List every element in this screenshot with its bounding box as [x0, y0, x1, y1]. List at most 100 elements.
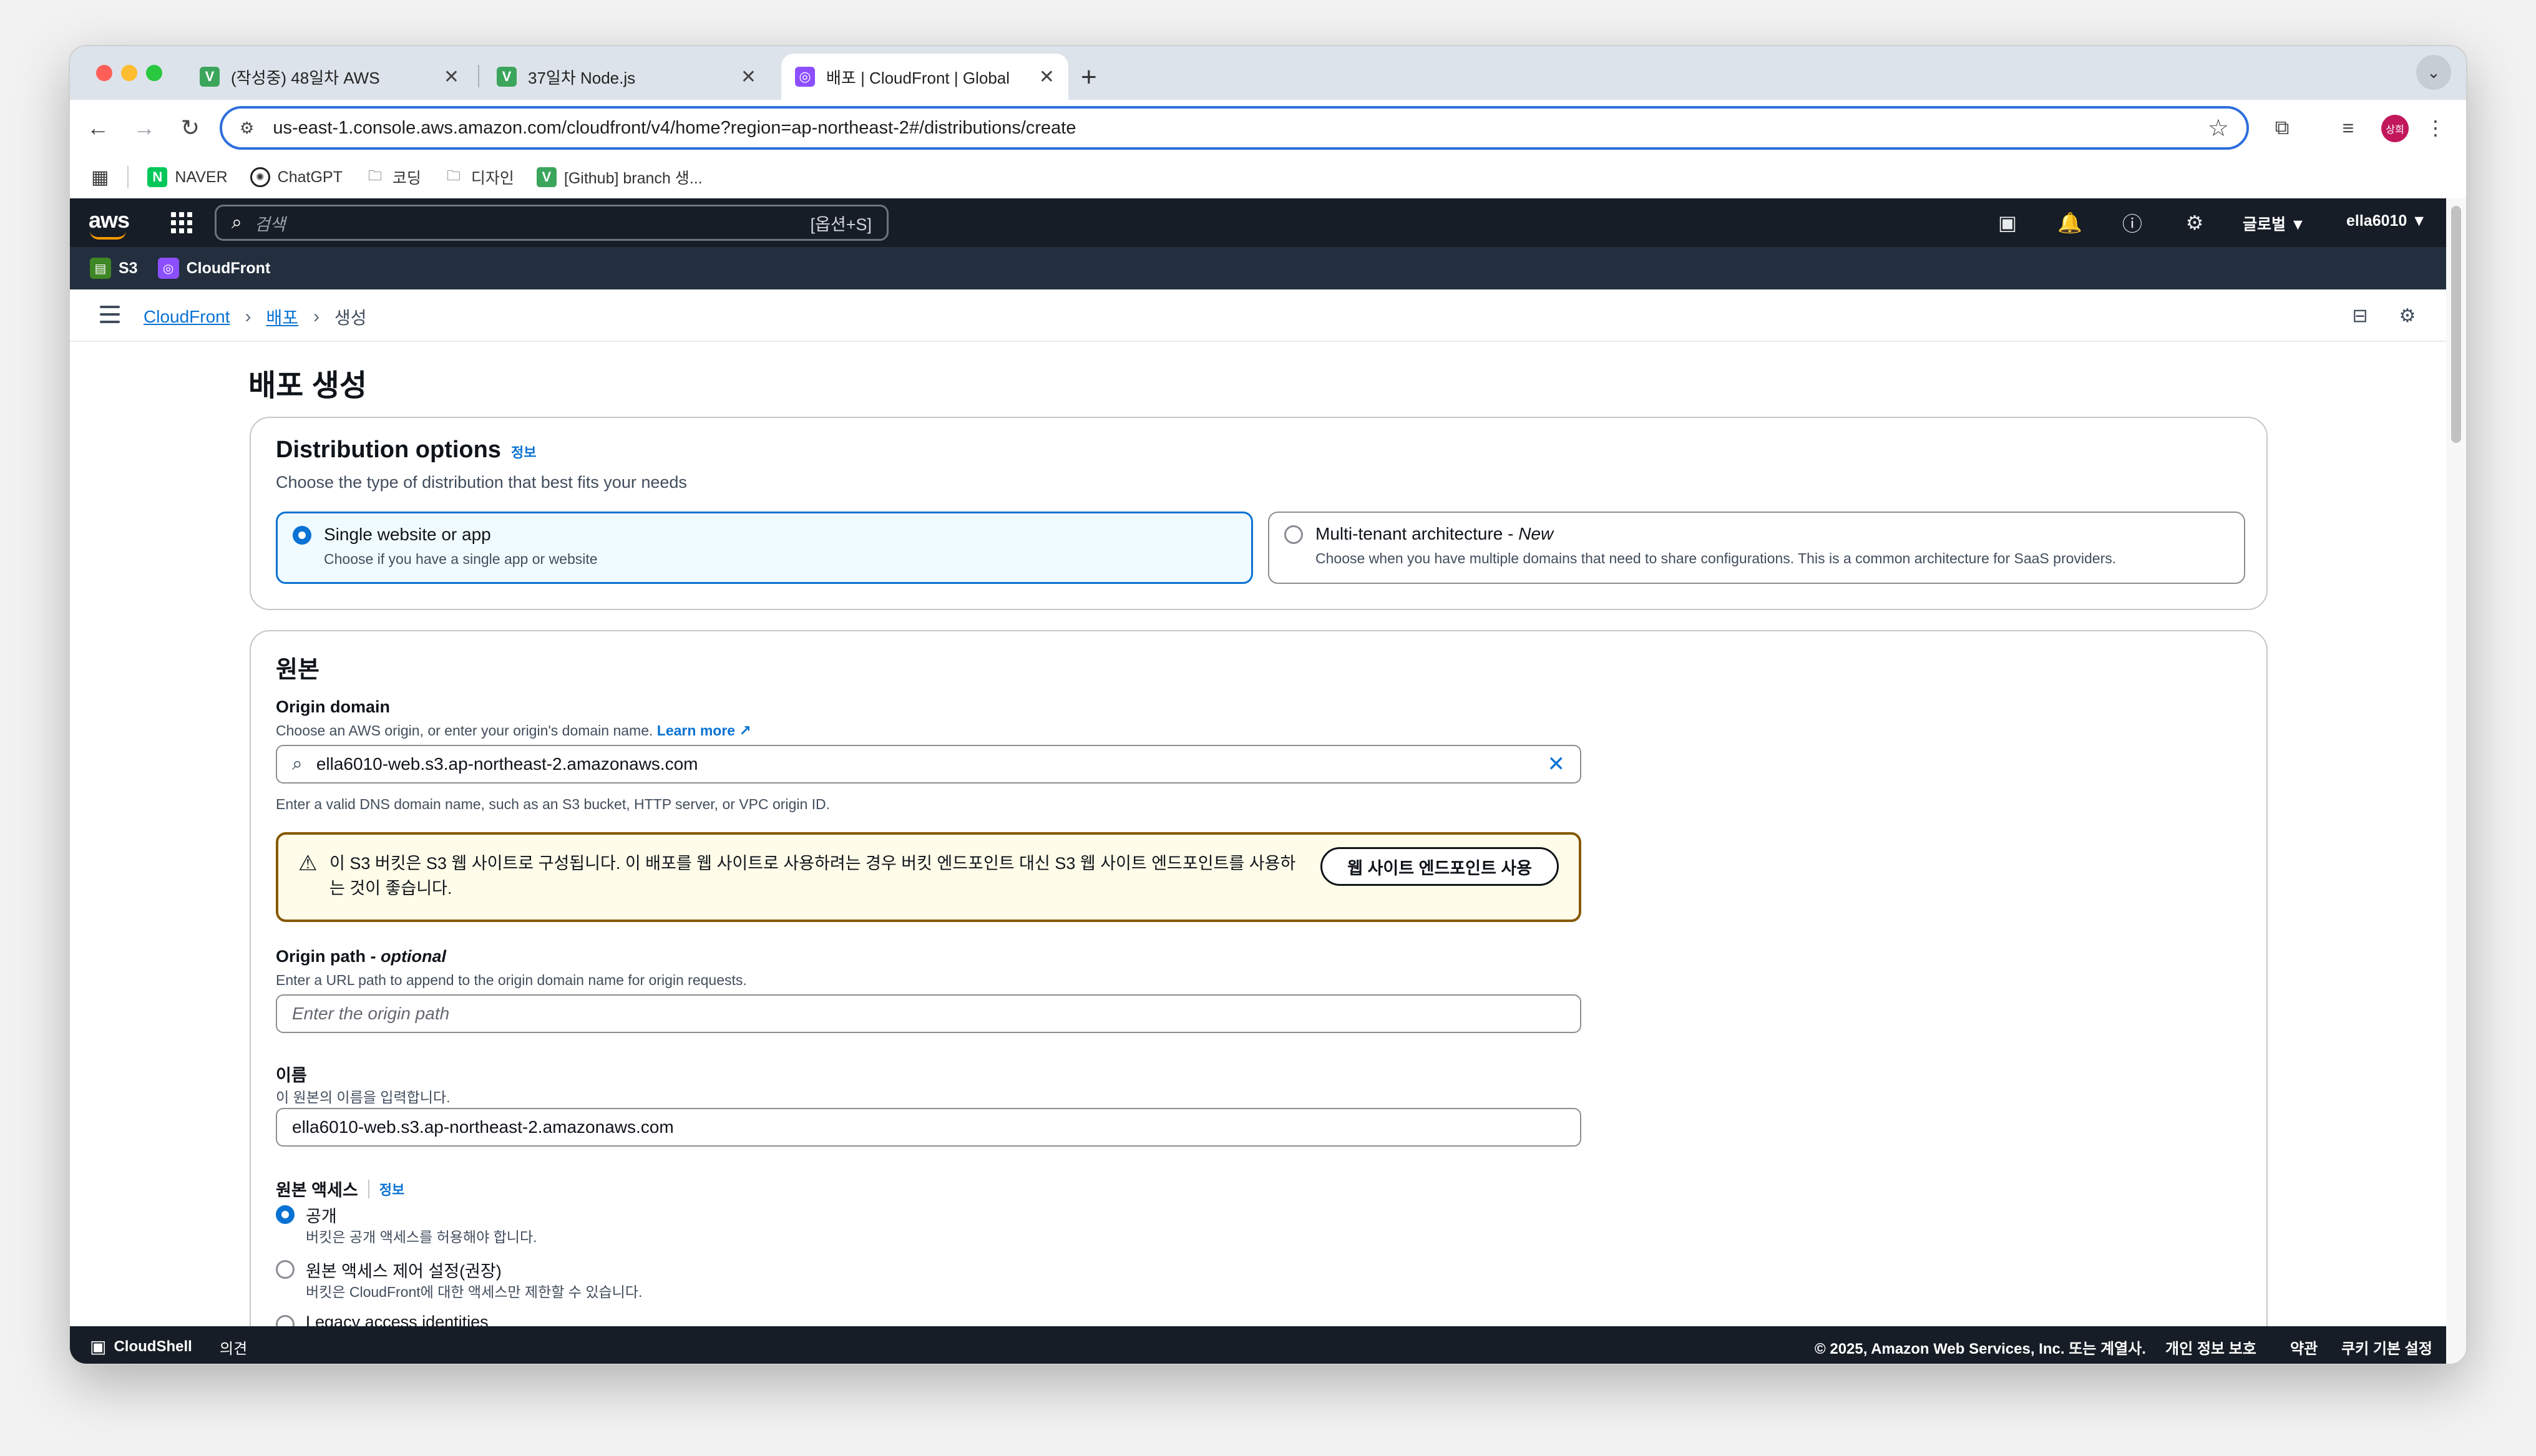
close-window-button[interactable]	[96, 65, 112, 81]
reload-button[interactable]: ↻	[175, 112, 206, 143]
chevron-right-icon: ›	[245, 306, 251, 327]
aws-search-input[interactable]: ⌕ 검색 [옵션+S]	[215, 205, 889, 241]
browser-tab[interactable]: V (작성중) 48일차 AWS ✕	[186, 54, 473, 100]
origin-path-label: Origin path - optional	[276, 947, 446, 966]
distribution-options-panel: Distribution options 정보 Choose the type …	[250, 417, 2268, 610]
origin-path-input[interactable]: Enter the origin path	[276, 994, 1581, 1033]
origin-name-input[interactable]: ella6010-web.s3.ap-northeast-2.amazonaws…	[276, 1108, 1581, 1147]
close-tab-icon[interactable]: ✕	[444, 66, 459, 88]
tab-title: (작성중) 48일차 AWS	[231, 68, 380, 87]
avatar[interactable]: 상희	[2381, 115, 2409, 142]
scrollbar-thumb[interactable]	[2451, 206, 2461, 443]
origin-name-label: 이름	[276, 1066, 307, 1085]
warning-icon: ⚠	[298, 852, 318, 875]
cloudshell-icon[interactable]: ▣	[1994, 210, 2021, 236]
breadcrumb-cloudfront[interactable]: CloudFront	[144, 307, 230, 327]
breadcrumb-distributions[interactable]: 배포	[266, 304, 299, 329]
services-grid-icon[interactable]	[171, 212, 192, 233]
origin-domain-value: ella6010-web.s3.ap-northeast-2.amazonaws…	[316, 754, 698, 774]
cookie-preferences-link[interactable]: 쿠키 기본 설정	[2341, 1336, 2432, 1358]
origin-name-hint: 이 원본의 이름을 입력합니다.	[276, 1089, 451, 1105]
new-tab-button[interactable]: +	[1081, 59, 1097, 96]
forward-button[interactable]: →	[129, 112, 160, 143]
notifications-bell-icon[interactable]: 🔔	[2057, 210, 2083, 236]
bookmark-item[interactable]: 🗀 디자인	[444, 166, 514, 188]
folder-icon: 🗀	[446, 168, 461, 183]
close-tab-icon[interactable]: ✕	[741, 66, 756, 88]
browser-tab-active[interactable]: ◎ 배포 | CloudFront | Global ✕	[781, 54, 1068, 100]
help-panel-icon[interactable]: ⊟	[2348, 303, 2373, 328]
site-settings-icon[interactable]: ⚙	[240, 119, 254, 138]
velog-icon: V	[200, 67, 220, 87]
feedback-link[interactable]: 의견	[220, 1336, 247, 1358]
bookmark-label: 디자인	[471, 170, 514, 187]
radio-selected[interactable]	[276, 1205, 295, 1224]
learn-more-link[interactable]: Learn more ↗	[657, 722, 751, 739]
option-title: 원본 액세스 제어 설정(권장)	[306, 1262, 502, 1281]
settings-gear-icon[interactable]: ⚙	[2182, 210, 2208, 236]
minimize-window-button[interactable]	[121, 65, 137, 81]
cloudfront-icon: ◎	[157, 258, 179, 279]
radio-unselected[interactable]	[1284, 525, 1303, 544]
account-menu[interactable]: ella6010 ▼	[2346, 212, 2427, 230]
maximize-window-button[interactable]	[146, 65, 162, 81]
radio-unselected[interactable]	[276, 1260, 295, 1279]
close-tab-icon[interactable]: ✕	[1039, 66, 1055, 88]
bookmarks-divider	[127, 166, 129, 188]
clear-icon[interactable]: ✕	[1548, 752, 1566, 777]
extensions-icon[interactable]: ⧉	[2266, 112, 2298, 143]
browser-tab[interactable]: V 37일차 Node.js ✕	[483, 54, 770, 100]
help-icon[interactable]: ⓘ	[2119, 210, 2145, 236]
chevron-down-icon: ⌄	[2427, 62, 2441, 82]
address-bar[interactable]: ⚙ us-east-1.console.aws.amazon.com/cloud…	[220, 106, 2249, 150]
reading-list-icon[interactable]: ≡	[2333, 112, 2364, 143]
tab-divider	[478, 65, 479, 87]
origin-domain-input[interactable]: ⌕ ella6010-web.s3.ap-northeast-2.amazona…	[276, 745, 1581, 784]
option-description: 버킷은 CloudFront에 대한 액세스만 제한할 수 있습니다.	[306, 1284, 643, 1300]
tab-title: 37일차 Node.js	[528, 68, 636, 87]
bookmarks-bar: ▦ N NAVER ✺ ChatGPT 🗀 코딩 🗀 디자인 V [Github…	[70, 156, 2466, 198]
cloudshell-icon: ▣	[90, 1337, 107, 1356]
option-single-website[interactable]: Single website or app Choose if you have…	[276, 512, 1253, 584]
aws-logo-text: aws	[89, 207, 130, 233]
back-button[interactable]: ←	[82, 112, 114, 143]
bookmark-item[interactable]: V [Github] branch 생...	[536, 166, 703, 188]
favorite-service-cloudfront[interactable]: ◎ CloudFront	[157, 258, 270, 279]
apps-grid-icon[interactable]: ▦	[91, 167, 109, 188]
bookmark-item[interactable]: 🗀 코딩	[365, 166, 421, 188]
option-description: Choose when you have multiple domains th…	[1315, 550, 2117, 566]
radio-selected[interactable]	[293, 526, 311, 545]
chevron-right-icon: ›	[313, 306, 320, 327]
use-website-endpoint-button[interactable]: 웹 사이트 엔드포인트 사용	[1320, 847, 1559, 886]
aws-logo[interactable]: aws	[89, 207, 130, 240]
cloudshell-button[interactable]: ▣ CloudShell	[90, 1336, 192, 1357]
settings-panel-icon[interactable]: ⚙	[2395, 303, 2420, 328]
tab-search-button[interactable]: ⌄	[2416, 55, 2451, 90]
privacy-link[interactable]: 개인 정보 보호	[2165, 1336, 2256, 1358]
favorite-service-s3[interactable]: ▤ S3	[90, 258, 138, 279]
main-content: 배포 생성 Distribution options 정보 Choose the…	[70, 342, 2446, 1364]
option-title: Multi-tenant architecture - New	[1315, 524, 1554, 543]
bookmark-label: NAVER	[175, 168, 228, 186]
region-selector[interactable]: 글로벌 ▼	[2243, 212, 2306, 235]
cloudfront-icon: ◎	[795, 67, 815, 87]
page-scrollbar[interactable]	[2446, 198, 2466, 1364]
option-multi-tenant[interactable]: Multi-tenant architecture - New Choose w…	[1268, 512, 2245, 584]
service-favorites-bar: ▤ S3 ◎ CloudFront	[70, 247, 2446, 289]
bookmark-star-icon[interactable]: ☆	[2208, 114, 2229, 142]
info-link[interactable]: 정보	[379, 1179, 404, 1199]
info-link[interactable]: 정보	[511, 442, 536, 462]
bookmark-item[interactable]: ✺ ChatGPT	[250, 167, 343, 187]
more-menu-icon[interactable]: ⋮	[2420, 112, 2451, 143]
search-placeholder: 검색	[254, 215, 286, 234]
tab-title: 배포 | CloudFront | Global	[826, 68, 1010, 87]
copyright-text: © 2025, Amazon Web Services, Inc. 또는 계열사…	[1815, 1341, 2146, 1357]
naver-icon: N	[147, 167, 168, 187]
velog-icon: V	[497, 67, 517, 87]
side-nav-menu-icon[interactable]	[100, 306, 120, 323]
option-title: Single website or app	[324, 525, 491, 544]
search-shortcut: [옵션+S]	[810, 215, 872, 234]
bookmark-item[interactable]: N NAVER	[147, 167, 228, 187]
section-description: Choose the type of distribution that bes…	[276, 473, 687, 492]
terms-link[interactable]: 약관	[2290, 1336, 2318, 1358]
